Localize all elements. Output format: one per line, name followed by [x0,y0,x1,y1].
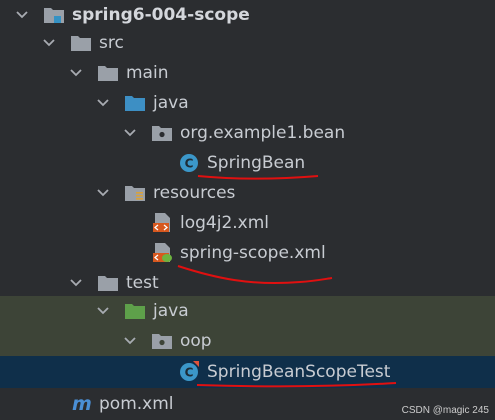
tree-row-spring-scope[interactable]: spring-scope.xml [0,238,495,268]
tree-row-package-main[interactable]: org.example1.bean [0,118,495,148]
spring-scope-label: spring-scope.xml [180,243,326,263]
test-label: test [126,273,159,293]
folder-icon [71,36,91,51]
log4j2-label: log4j2.xml [180,213,270,233]
pom-label: pom.xml [99,394,174,414]
chevron-down-icon[interactable] [124,127,136,139]
tree-row-test-java[interactable]: java [0,296,495,326]
tree-row-log4j2[interactable]: log4j2.xml [0,208,495,238]
class-icon-letter: C [185,157,194,171]
scope-test-label: SpringBeanScopeTest [207,362,391,382]
chevron-down-icon[interactable] [43,37,55,49]
chevron-down-icon[interactable] [97,305,109,317]
tree-row-project[interactable]: spring6-004-scope [0,0,495,30]
chevron-down-icon[interactable] [16,9,28,21]
springbean-label: SpringBean [207,153,306,173]
folder-icon [98,276,118,291]
main-label: main [126,63,169,83]
folder-icon [98,66,118,81]
tree-row-package-test[interactable]: oop [0,326,495,356]
project-tree: spring6-004-scope src main java org.exam… [0,0,495,420]
tree-row-src[interactable]: src [0,28,495,58]
tree-row-resources[interactable]: resources [0,178,495,208]
resources-folder-icon [125,186,145,201]
chevron-down-icon[interactable] [70,67,82,79]
chevron-down-icon[interactable] [124,335,136,347]
class-icon: C [180,154,198,172]
package-main-label: org.example1.bean [180,123,346,143]
project-name: spring6-004-scope [72,5,250,25]
test-java-label: java [153,301,189,321]
src-label: src [99,33,124,53]
resources-label: resources [153,183,236,203]
chevron-down-icon[interactable] [97,97,109,109]
spring-xml-icon [153,243,172,262]
tree-row-main-java[interactable]: java [0,88,495,118]
main-java-label: java [153,93,189,113]
source-folder-icon [125,96,145,111]
test-class-icon: C [180,361,199,381]
chevron-down-icon[interactable] [70,277,82,289]
chevron-down-icon[interactable] [97,187,109,199]
package-icon [152,334,172,349]
module-folder-icon [44,8,64,23]
watermark: CSDN @magic 245 [401,405,489,416]
tree-row-test[interactable]: test [0,268,495,298]
package-test-label: oop [180,331,212,351]
tree-row-springbean[interactable]: C SpringBean [0,148,495,178]
test-class-icon-letter: C [185,366,194,380]
tree-row-main[interactable]: main [0,58,495,88]
tree-row-scope-test[interactable]: C SpringBeanScopeTest [0,356,495,388]
xml-file-icon [153,213,170,232]
package-icon [152,126,172,141]
maven-icon: m [72,393,92,415]
test-folder-icon [125,304,145,319]
